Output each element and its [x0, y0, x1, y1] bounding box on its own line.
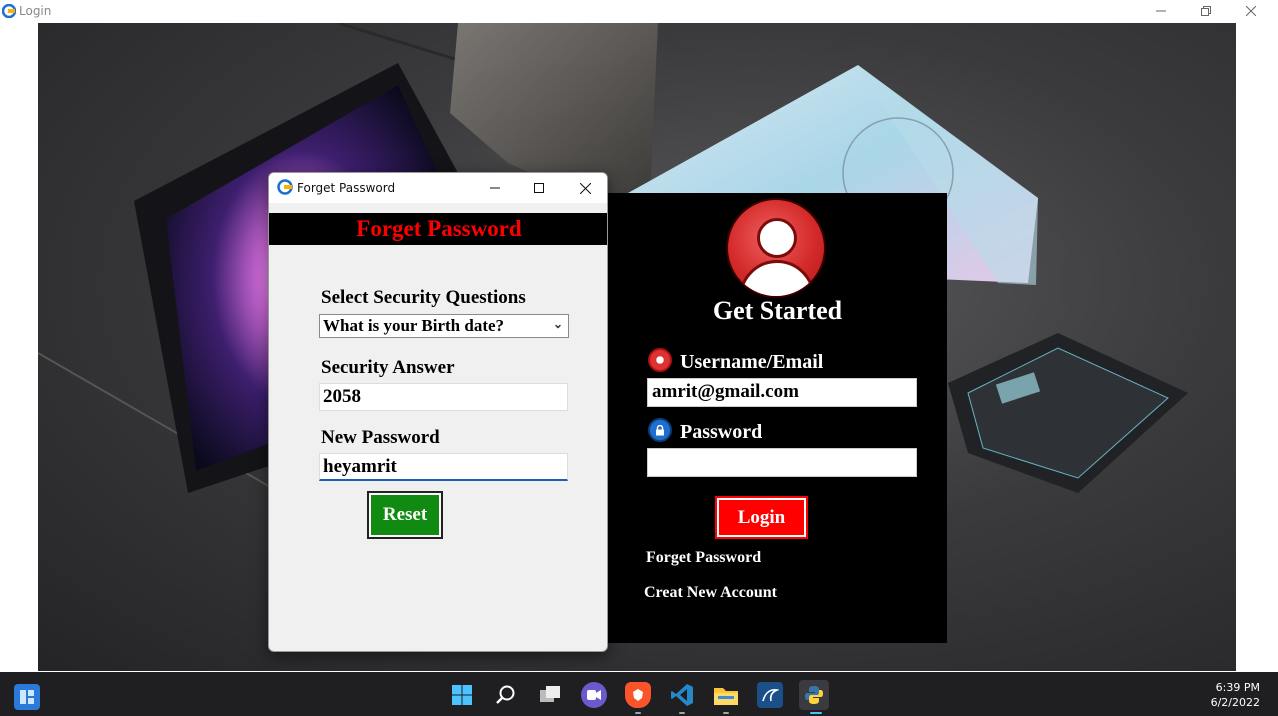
maximize-icon [534, 183, 544, 193]
task-view-icon[interactable] [537, 682, 563, 708]
security-question-label: Select Security Questions [321, 287, 526, 308]
reset-button[interactable]: Reset [367, 491, 443, 539]
forget-password-link[interactable]: Forget Password [646, 549, 761, 567]
dialog-maximize-button[interactable] [521, 177, 557, 199]
username-label: Username/Email [680, 351, 824, 373]
taskbar: 6:39 PM 6/2/2022 [0, 672, 1278, 716]
main-titlebar: Login [0, 0, 1278, 23]
security-answer-input[interactable]: 2058 [319, 383, 568, 411]
security-question-value: What is your Birth date? [323, 316, 505, 335]
close-icon [1246, 6, 1256, 16]
widgets-icon[interactable] [14, 684, 40, 710]
restore-icon [1201, 6, 1211, 16]
search-icon[interactable] [493, 682, 519, 708]
chat-icon[interactable] [581, 682, 607, 708]
close-button[interactable] [1228, 0, 1274, 22]
system-clock[interactable]: 6:39 PM 6/2/2022 [1211, 680, 1260, 710]
chevron-down-icon: ⌄ [552, 317, 563, 331]
mysql-workbench-icon[interactable] [757, 682, 783, 708]
clock-date: 6/2/2022 [1210, 696, 1260, 709]
create-account-link[interactable]: Creat New Account [644, 584, 777, 602]
dialog-titlebar: Forget Password [269, 173, 607, 203]
password-input[interactable] [647, 448, 917, 477]
file-explorer-icon[interactable] [713, 682, 739, 708]
vscode-icon[interactable] [669, 682, 695, 708]
app-icon [2, 4, 16, 18]
login-panel: Get Started Username/Email amrit@gmail.c… [608, 193, 947, 643]
minimize-button[interactable] [1138, 0, 1184, 22]
start-icon[interactable] [449, 682, 475, 708]
close-icon [579, 182, 591, 194]
get-started-heading: Get Started [712, 296, 843, 325]
user-avatar-icon [726, 198, 826, 298]
dialog-minimize-button[interactable] [477, 177, 513, 199]
dialog-title: Forget Password [297, 181, 396, 195]
maximize-button[interactable] [1183, 0, 1229, 22]
window-title: Login [19, 4, 52, 18]
app-icon [277, 179, 293, 195]
new-password-input[interactable]: heyamrit [319, 453, 568, 481]
dialog-close-button[interactable] [567, 177, 603, 199]
forget-password-header: Forget Password [269, 213, 607, 245]
user-icon [648, 348, 672, 372]
password-label: Password [680, 421, 763, 443]
brave-browser-icon[interactable] [625, 682, 651, 708]
security-question-select[interactable]: What is your Birth date? ⌄ [319, 314, 569, 338]
login-button[interactable]: Login [715, 496, 808, 539]
lock-icon [648, 418, 672, 442]
username-input[interactable]: amrit@gmail.com [647, 378, 917, 407]
minimize-icon [1156, 10, 1166, 12]
clock-time: 6:39 PM [1215, 681, 1260, 694]
minimize-icon [490, 187, 500, 189]
new-password-label: New Password [321, 427, 440, 448]
python-app-icon[interactable] [799, 680, 829, 710]
security-answer-label: Security Answer [321, 357, 455, 378]
forget-password-dialog: Forget Password Forget Password Select S… [268, 172, 608, 652]
